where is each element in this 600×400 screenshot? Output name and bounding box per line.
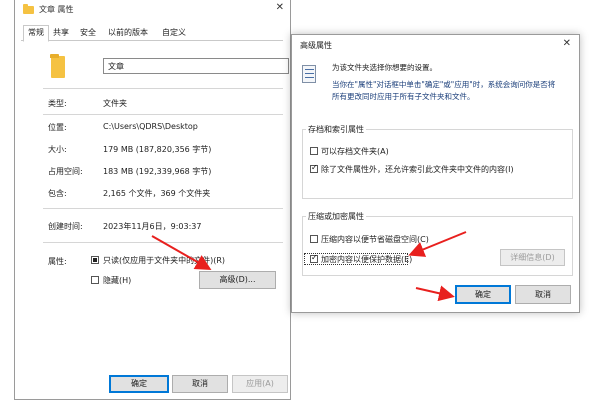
type-label: 类型: xyxy=(48,99,67,108)
close-icon[interactable]: ✕ xyxy=(563,38,571,49)
size-on-disk-value: 183 MB (192,339,968 字节) xyxy=(103,167,212,176)
divider xyxy=(43,208,283,209)
size-label: 大小: xyxy=(48,145,67,154)
encrypt-focus-rectangle xyxy=(304,253,408,265)
compress-encrypt-group xyxy=(302,216,573,276)
dialog-description-note-2: 所有更改同时应用于所有子文件夹和文件。 xyxy=(332,92,475,101)
advanced-attributes-dialog: 高级属性 ✕ 为该文件夹选择你想要的设置。 当你在"属性"对话框中单击"确定"或… xyxy=(291,34,580,313)
ok-button[interactable]: 确定 xyxy=(109,375,169,393)
folder-icon xyxy=(23,4,34,14)
hidden-checkbox[interactable] xyxy=(91,276,99,284)
index-checkbox[interactable] xyxy=(310,163,318,173)
advanced-button[interactable]: 高级(D)... xyxy=(199,271,276,289)
properties-window: 文章 属性 ✕ 常规 共享 安全 以前的版本 自定义 文章 类型: 文件夹 位置… xyxy=(14,0,291,400)
compress-group-title: 压缩或加密属性 xyxy=(306,211,366,222)
hidden-label: 隐藏(H) xyxy=(103,276,132,285)
folder-large-icon xyxy=(50,54,65,78)
compress-label: 压缩内容以便节省磁盘空间(C) xyxy=(321,235,429,244)
created-label: 创建时间: xyxy=(48,222,83,231)
archive-label: 可以存档文件夹(A) xyxy=(321,147,389,156)
divider xyxy=(43,114,283,115)
details-button[interactable]: 详细信息(D) xyxy=(500,249,565,266)
archive-group-title: 存档和索引属性 xyxy=(306,124,366,135)
folder-name-input[interactable]: 文章 xyxy=(103,58,289,74)
readonly-checkbox[interactable] xyxy=(91,256,99,264)
dialog-ok-button[interactable]: 确定 xyxy=(455,285,511,304)
size-on-disk-label: 占用空间: xyxy=(48,167,83,176)
location-label: 位置: xyxy=(48,123,67,132)
archive-checkbox[interactable] xyxy=(310,147,318,155)
apply-button[interactable]: 应用(A) xyxy=(232,375,288,393)
contains-value: 2,165 个文件，369 个文件夹 xyxy=(103,189,211,198)
created-value: 2023年11月6日，9:03:37 xyxy=(103,222,202,231)
window-title: 文章 属性 xyxy=(39,5,74,14)
dialog-title: 高级属性 xyxy=(300,41,332,50)
dialog-cancel-button[interactable]: 取消 xyxy=(515,285,571,304)
settings-list-icon xyxy=(302,65,316,83)
size-value: 179 MB (187,820,356 字节) xyxy=(103,145,212,154)
tab-previous-versions[interactable]: 以前的版本 xyxy=(103,26,153,40)
readonly-label: 只读(仅应用于文件夹中的文件)(R) xyxy=(103,256,226,265)
location-value: C:\Users\QDRS\Desktop xyxy=(103,122,198,131)
dialog-description-note: 当你在"属性"对话框中单击"确定"或"应用"时，系统会询问你是否将 xyxy=(332,80,556,89)
tab-customize[interactable]: 自定义 xyxy=(155,26,193,40)
tab-sharing[interactable]: 共享 xyxy=(49,26,73,40)
divider xyxy=(43,88,283,89)
close-icon[interactable]: ✕ xyxy=(276,2,284,13)
contains-label: 包含: xyxy=(48,189,67,198)
compress-checkbox[interactable] xyxy=(310,235,318,243)
index-label: 除了文件属性外，还允许索引此文件夹中文件的内容(I) xyxy=(321,165,514,174)
type-value: 文件夹 xyxy=(103,99,127,108)
tab-security[interactable]: 安全 xyxy=(76,26,100,40)
divider xyxy=(43,242,283,243)
attributes-label: 属性: xyxy=(48,257,67,266)
tab-bar: 常规 共享 安全 以前的版本 自定义 xyxy=(21,25,283,42)
dialog-description: 为该文件夹选择你想要的设置。 xyxy=(332,63,437,72)
properties-titlebar[interactable]: 文章 属性 ✕ xyxy=(15,0,290,20)
cancel-button[interactable]: 取消 xyxy=(172,375,228,393)
tab-general[interactable]: 常规 xyxy=(23,25,49,42)
